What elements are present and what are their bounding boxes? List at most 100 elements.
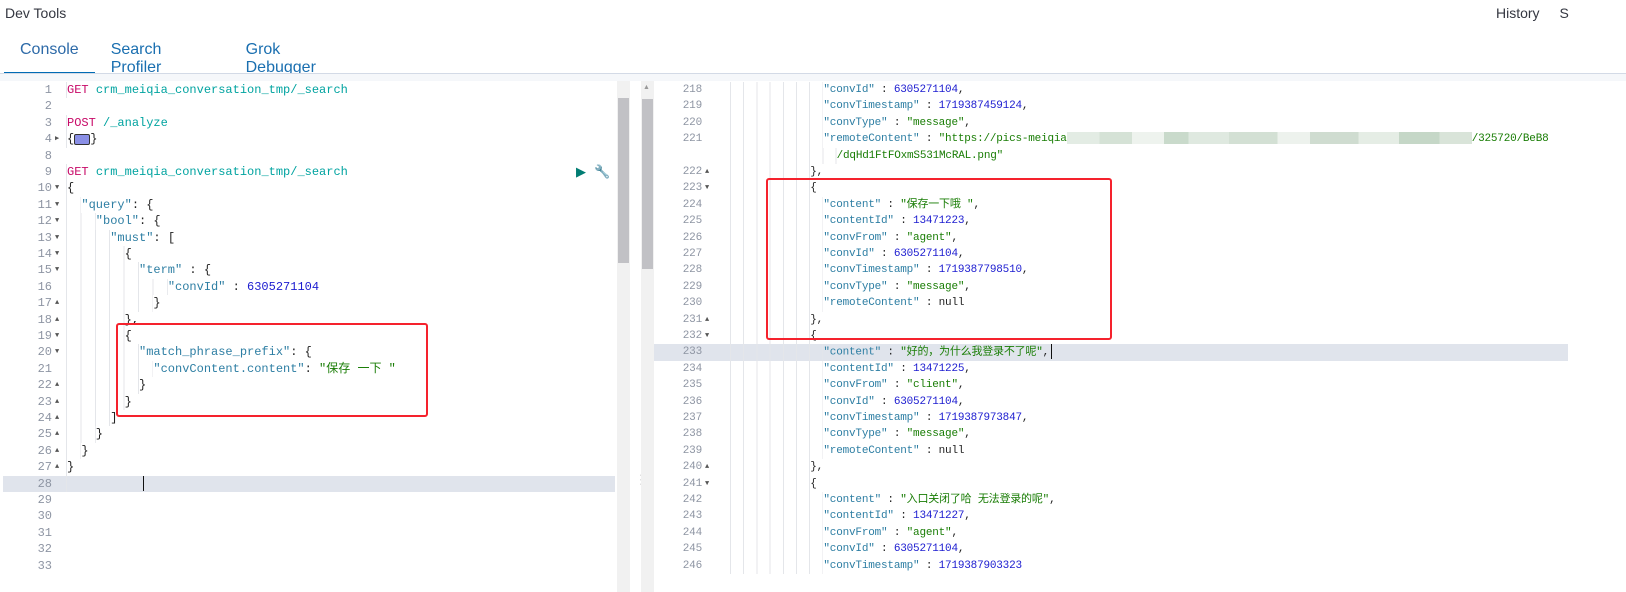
code-line[interactable]: 22 ▲}: [0, 377, 632, 394]
code-line[interactable]: 11 ▼ "query": {: [0, 196, 632, 214]
code-line[interactable]: 25 ▲}: [0, 426, 632, 443]
code-line[interactable]: 243 "contentId" : 13471227,: [640, 508, 1626, 525]
fold-end-icon[interactable]: ▲: [705, 459, 709, 475]
code-line[interactable]: 10 ▼ {: [0, 180, 632, 197]
code-line[interactable]: 30: [0, 508, 632, 524]
code-line[interactable]: 31: [0, 525, 632, 541]
code-line[interactable]: 221 "remoteContent" : "https://pics-meiqi…: [640, 131, 1626, 148]
fold-collapse-icon[interactable]: ▼: [55, 230, 59, 246]
fold-collapse-icon[interactable]: ▼: [705, 180, 709, 196]
scrollbar-thumb[interactable]: [642, 99, 653, 269]
code-line[interactable]: 18 ▲},: [0, 311, 632, 328]
scrollbar-thumb[interactable]: [618, 98, 629, 263]
code-line[interactable]: 225 "contentId" : 13471223,: [640, 213, 1626, 230]
tab-grok-debugger[interactable]: Grok Debugger: [230, 38, 368, 76]
code-line[interactable]: 4 ▶ {}: [0, 131, 632, 148]
code-line[interactable]: 239 "remoteContent" : null: [640, 442, 1626, 460]
code-line[interactable]: 246 "convTimestamp" : 1719387903323: [640, 557, 1626, 574]
folded-block-icon[interactable]: [74, 133, 91, 145]
code-line[interactable]: 229 "convType" : "message",: [640, 278, 1626, 296]
code-line[interactable]: 240 ▲},: [640, 459, 1626, 476]
request-editor[interactable]: 1 GET crm_meiqia_conversation_tmp/_search…: [0, 81, 632, 592]
request-editor-scrollbar[interactable]: [617, 81, 630, 592]
code-line[interactable]: 8: [0, 148, 632, 164]
fold-end-icon[interactable]: ▲: [55, 295, 59, 311]
code-line[interactable]: 227 "convId" : 6305271104,: [640, 246, 1626, 263]
code-line[interactable]: 232 ▼ {: [640, 328, 1626, 345]
code-line[interactable]: 226 "convFrom" : "agent",: [640, 229, 1626, 246]
code-line[interactable]: 238 "convType" : "message",: [640, 426, 1626, 443]
code-line[interactable]: 29: [0, 492, 632, 508]
code-line[interactable]: 2: [0, 98, 632, 114]
code-line[interactable]: 222 ▲},: [640, 164, 1626, 181]
code-line[interactable]: 3 POST /_analyze: [0, 114, 632, 132]
code-line[interactable]: 235 "convFrom" : "client",: [640, 377, 1626, 394]
fold-end-icon[interactable]: ▲: [705, 312, 709, 328]
code-line[interactable]: 15 ▼ "term" : {: [0, 262, 632, 279]
code-line[interactable]: 21 "convContent.content": "保存 一下 ": [0, 360, 632, 378]
code-line[interactable]: 241 ▼ {: [640, 475, 1626, 492]
code-line[interactable]: 28: [3, 475, 615, 492]
code-line[interactable]: 236 "convId" : 6305271104,: [640, 393, 1626, 410]
punctuation: ,: [964, 280, 971, 293]
code-line[interactable]: 23 ▲}: [0, 393, 632, 410]
code-line[interactable]: 17 ▲}: [0, 295, 632, 312]
code-line[interactable]: 218 "convId" : 6305271104,: [640, 82, 1626, 99]
tab-console[interactable]: Console: [4, 38, 95, 75]
code-line[interactable]: 33: [0, 558, 632, 574]
fold-collapse-icon[interactable]: ▼: [55, 180, 59, 196]
code-line[interactable]: 19 ▼ {: [0, 328, 632, 345]
code-line[interactable]: 220 "convType" : "message",: [640, 114, 1626, 132]
fold-end-icon[interactable]: ▲: [705, 164, 709, 180]
fold-collapse-icon[interactable]: ▼: [55, 344, 59, 360]
fold-collapse-icon[interactable]: ▼: [55, 197, 59, 213]
fold-collapse-icon[interactable]: ▼: [55, 213, 59, 229]
code-line[interactable]: 230 "remoteContent" : null: [640, 295, 1626, 312]
code-line[interactable]: /dqHd1FtFOxmS531McRAL.png": [640, 147, 1626, 164]
code-line[interactable]: 244 "convFrom" : "agent",: [640, 524, 1626, 542]
code-line[interactable]: 1 GET crm_meiqia_conversation_tmp/_search: [0, 82, 632, 99]
fold-end-icon[interactable]: ▲: [55, 410, 59, 426]
fold-expand-icon[interactable]: ▶: [55, 131, 59, 147]
fold-end-icon[interactable]: ▲: [55, 377, 59, 393]
code-line[interactable]: 223 ▼ {: [640, 180, 1626, 197]
code-line[interactable]: 234 "contentId" : 13471225,: [640, 360, 1626, 378]
settings-link[interactable]: S: [1559, 5, 1568, 21]
code-line[interactable]: 237 "convTimestamp" : 1719387973847,: [640, 410, 1626, 427]
code-line[interactable]: 219 "convTimestamp" : 1719387459124,: [640, 98, 1626, 115]
tab-search-profiler[interactable]: Search Profiler: [95, 38, 230, 76]
json-key: "convId": [823, 543, 875, 556]
fold-collapse-icon[interactable]: ▼: [55, 328, 59, 344]
code-line[interactable]: 14 ▼ {: [0, 246, 632, 263]
code-line[interactable]: 20 ▼ "match_phrase_prefix": {: [0, 344, 632, 361]
fold-end-icon[interactable]: ▲: [55, 459, 59, 475]
code-line[interactable]: 26 ▲}: [0, 442, 632, 460]
code-line[interactable]: 27 ▲}: [0, 459, 632, 476]
code-line[interactable]: 228 "convTimestamp" : 1719387798510,: [640, 262, 1626, 279]
history-link[interactable]: History: [1496, 5, 1540, 21]
punctuation: }: [81, 443, 89, 458]
fold-collapse-icon[interactable]: ▼: [705, 328, 709, 344]
code-line[interactable]: 233 "content" : "好的，为什么我登录不了呢",: [645, 344, 1568, 362]
fold-collapse-icon[interactable]: ▼: [55, 262, 59, 278]
code-line[interactable]: 242 "content" : "入口关闭了哈 无法登录的呢",: [640, 492, 1626, 509]
code-line[interactable]: 13 ▼ "must": [: [0, 229, 632, 246]
code-line[interactable]: 231 ▲},: [640, 311, 1626, 328]
play-icon[interactable]: ▶: [576, 165, 586, 180]
fold-end-icon[interactable]: ▲: [55, 312, 59, 328]
scroll-up-icon[interactable]: ▲: [643, 84, 650, 91]
code-line[interactable]: 9 GET crm_meiqia_conversation_tmp/_search…: [0, 164, 632, 181]
fold-collapse-icon[interactable]: ▼: [55, 246, 59, 262]
code-line[interactable]: 32: [0, 541, 632, 557]
code-line[interactable]: 16 "convId" : 6305271104: [0, 278, 632, 296]
fold-end-icon[interactable]: ▲: [55, 426, 59, 442]
code-line[interactable]: 24 ▲]: [0, 410, 632, 427]
fold-end-icon[interactable]: ▲: [55, 443, 59, 459]
response-scrollbar[interactable]: ▲: [641, 81, 654, 592]
fold-collapse-icon[interactable]: ▼: [705, 476, 709, 492]
code-line[interactable]: 224 "content" : "保存一下哦 ",: [640, 196, 1626, 214]
fold-end-icon[interactable]: ▲: [55, 394, 59, 410]
code-line[interactable]: 12 ▼ "bool": {: [0, 213, 632, 230]
code-line[interactable]: 245 "convId" : 6305271104,: [640, 541, 1626, 558]
wrench-icon[interactable]: 🔧: [594, 165, 610, 180]
